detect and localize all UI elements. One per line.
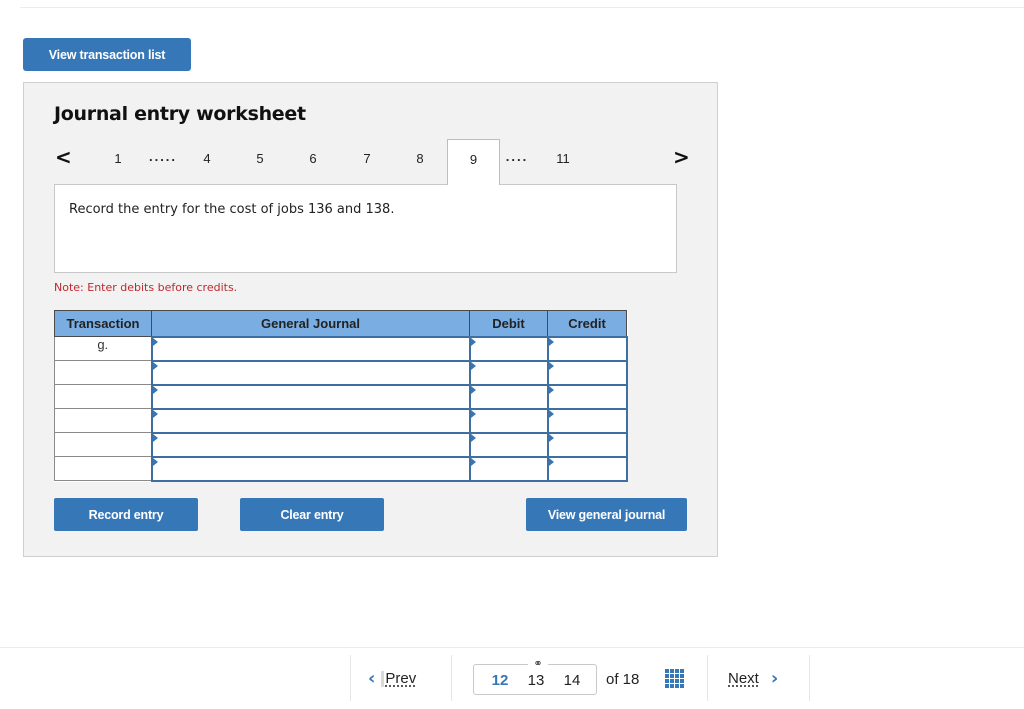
transaction-cell <box>54 384 152 409</box>
clear-entry-button[interactable]: Clear entry <box>240 498 384 531</box>
grid-icon[interactable] <box>665 669 684 688</box>
transaction-cell <box>54 408 152 433</box>
table-row: g. <box>54 335 628 362</box>
pager-ellipsis-2[interactable]: .... <box>506 149 528 164</box>
credit-input[interactable] <box>548 338 626 359</box>
header-general-journal: General Journal <box>151 310 470 337</box>
link-icon: ⚭ <box>528 657 548 670</box>
worksheet-pager: < 1 ..... 4 5 6 7 8 9 .... 11 > <box>24 139 719 185</box>
credit-cell[interactable] <box>546 359 628 386</box>
transaction-cell <box>54 360 152 385</box>
pager-item-8[interactable]: 8 <box>416 151 423 166</box>
page-13[interactable]: 13 <box>528 672 545 689</box>
header-transaction: Transaction <box>54 310 152 337</box>
credit-input[interactable] <box>548 458 626 479</box>
credit-cell[interactable] <box>546 455 628 482</box>
page-12[interactable]: 12 <box>492 672 509 689</box>
debits-note: Note: Enter debits before credits. <box>54 281 238 294</box>
debit-cell[interactable] <box>468 431 549 458</box>
transaction-cell <box>54 456 152 481</box>
debit-input[interactable] <box>470 458 547 479</box>
header-credit: Credit <box>547 310 627 337</box>
transaction-cell <box>54 432 152 457</box>
credit-cell[interactable] <box>546 431 628 458</box>
debit-cell[interactable] <box>468 383 549 410</box>
footer-separator <box>350 655 351 701</box>
pager-item-9-active[interactable]: 9 <box>447 139 500 185</box>
footer-separator <box>707 655 708 701</box>
pager-item-4[interactable]: 4 <box>203 151 210 166</box>
view-general-journal-button[interactable]: View general journal <box>526 498 687 531</box>
entry-prompt-box: Record the entry for the cost of jobs 13… <box>54 184 677 273</box>
header-debit: Debit <box>469 310 548 337</box>
credit-cell[interactable] <box>546 383 628 410</box>
account-cell[interactable] <box>150 359 471 386</box>
table-header-row: Transaction General Journal Debit Credit <box>54 310 627 337</box>
prev-label: Prev <box>385 669 417 687</box>
debit-input[interactable] <box>470 386 547 407</box>
chevron-right-icon[interactable]: > <box>673 145 690 169</box>
next-label: Next <box>728 670 759 687</box>
chevron-right-icon: › <box>770 668 779 689</box>
pager-item-5[interactable]: 5 <box>256 151 263 166</box>
page-14[interactable]: 14 <box>564 672 581 689</box>
record-entry-button[interactable]: Record entry <box>54 498 198 531</box>
account-cell[interactable] <box>150 431 471 458</box>
entry-prompt-text: Record the entry for the cost of jobs 13… <box>69 202 395 217</box>
credit-input[interactable] <box>548 410 626 431</box>
prev-button[interactable]: ‹ Prev <box>368 668 416 689</box>
table-row <box>54 407 628 434</box>
account-input[interactable] <box>152 338 469 359</box>
credit-input[interactable] <box>548 362 626 383</box>
pager-item-7[interactable]: 7 <box>363 151 370 166</box>
account-input[interactable] <box>152 434 469 455</box>
footer-separator <box>809 655 810 701</box>
top-divider <box>20 7 1024 8</box>
table-row <box>54 359 628 386</box>
pager-item-6[interactable]: 6 <box>309 151 316 166</box>
view-transaction-list-button[interactable]: View transaction list <box>23 38 191 71</box>
page-total: of 18 <box>606 671 640 688</box>
footer-separator <box>451 655 452 701</box>
worksheet-title: Journal entry worksheet <box>54 103 306 125</box>
focus-indicator <box>381 671 385 688</box>
table-row <box>54 431 628 458</box>
account-cell[interactable] <box>150 383 471 410</box>
next-button[interactable]: Next › <box>728 668 778 689</box>
page-selector: ⚭ 12 13 14 <box>473 657 597 695</box>
transaction-cell: g. <box>54 336 152 361</box>
account-cell[interactable] <box>150 407 471 434</box>
debit-input[interactable] <box>470 362 547 383</box>
account-input[interactable] <box>152 458 469 479</box>
journal-table: Transaction General Journal Debit Credit… <box>54 310 628 482</box>
account-input[interactable] <box>152 410 469 431</box>
pager-item-11[interactable]: 11 <box>556 151 570 166</box>
footer-divider <box>0 647 1024 648</box>
debit-input[interactable] <box>470 410 547 431</box>
credit-input[interactable] <box>548 386 626 407</box>
credit-input[interactable] <box>548 434 626 455</box>
journal-entry-worksheet: Journal entry worksheet < 1 ..... 4 5 6 … <box>23 82 718 557</box>
account-input[interactable] <box>152 386 469 407</box>
account-cell[interactable] <box>150 335 471 362</box>
debit-input[interactable] <box>470 434 547 455</box>
table-row <box>54 455 628 482</box>
debit-cell[interactable] <box>468 359 549 386</box>
account-input[interactable] <box>152 362 469 383</box>
debit-cell[interactable] <box>468 335 549 362</box>
account-cell[interactable] <box>150 455 471 482</box>
chevron-left-icon[interactable]: < <box>55 145 72 169</box>
credit-cell[interactable] <box>546 335 628 362</box>
credit-cell[interactable] <box>546 407 628 434</box>
pager-item-1[interactable]: 1 <box>114 151 121 166</box>
debit-cell[interactable] <box>468 407 549 434</box>
pager-ellipsis[interactable]: ..... <box>149 149 177 164</box>
debit-cell[interactable] <box>468 455 549 482</box>
pager-item-9-label: 9 <box>469 152 478 167</box>
chevron-left-icon: ‹ <box>368 668 376 689</box>
debit-input[interactable] <box>470 338 547 359</box>
table-row <box>54 383 628 410</box>
